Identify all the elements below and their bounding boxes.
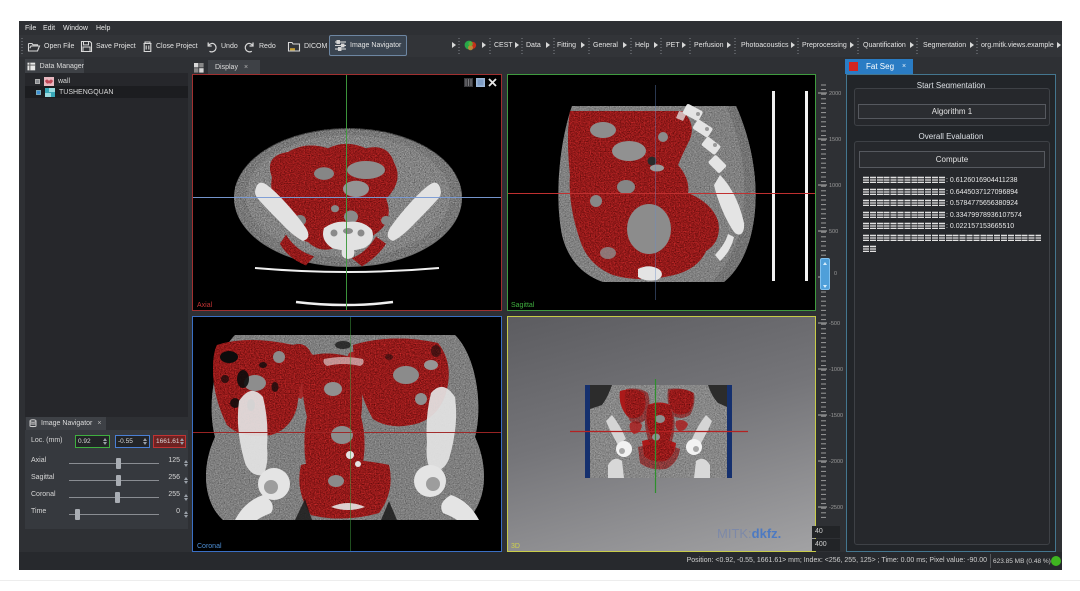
svg-text:Axial: Axial <box>197 302 213 309</box>
svg-text:Coronal: Coronal <box>197 543 222 550</box>
svg-text:-2500: -2500 <box>829 505 843 511</box>
svg-text:-1500: -1500 <box>829 413 843 419</box>
svg-text:-2000: -2000 <box>829 459 843 465</box>
svg-text:1500: 1500 <box>829 137 841 143</box>
svg-text:1000: 1000 <box>829 183 841 189</box>
svg-text:Sagittal: Sagittal <box>511 302 535 309</box>
svg-text:MITK:dkfz.: MITK:dkfz. <box>717 526 781 541</box>
svg-text:500: 500 <box>829 229 838 235</box>
svg-text:-1000: -1000 <box>829 367 843 373</box>
svg-text:2000: 2000 <box>829 91 841 97</box>
svg-text:3D: 3D <box>511 543 520 550</box>
svg-text:-500: -500 <box>829 321 840 327</box>
